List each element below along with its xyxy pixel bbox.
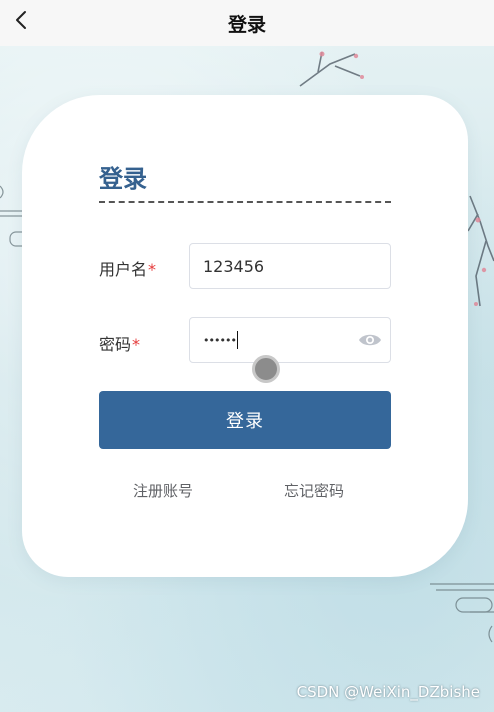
required-mark: * [148, 260, 157, 279]
form-heading: 登录 [99, 165, 147, 193]
chevron-left-icon[interactable] [8, 6, 38, 36]
heading-divider [99, 201, 391, 203]
touch-indicator [252, 355, 280, 383]
login-card: 登录 用户名* 123456 密码* •••••• 登录 注册账号 忘记密码 [22, 95, 468, 577]
text-caret [236, 331, 238, 349]
password-label: 密码* [99, 335, 141, 354]
page-title: 登录 [227, 13, 266, 36]
eye-icon[interactable] [358, 332, 382, 348]
top-nav-bar: 登录 [0, 0, 494, 46]
forgot-password-link[interactable]: 忘记密码 [284, 480, 344, 501]
login-button[interactable]: 登录 [99, 391, 391, 449]
username-input[interactable]: 123456 [189, 243, 391, 289]
register-link[interactable]: 注册账号 [133, 480, 193, 501]
password-value: •••••• [203, 333, 237, 347]
password-input[interactable]: •••••• [189, 317, 391, 363]
watermark-text: CSDN @WeiXin_DZbishe [296, 683, 480, 701]
required-mark: * [132, 335, 141, 354]
username-value: 123456 [203, 256, 265, 276]
username-label: 用户名* [99, 260, 157, 279]
